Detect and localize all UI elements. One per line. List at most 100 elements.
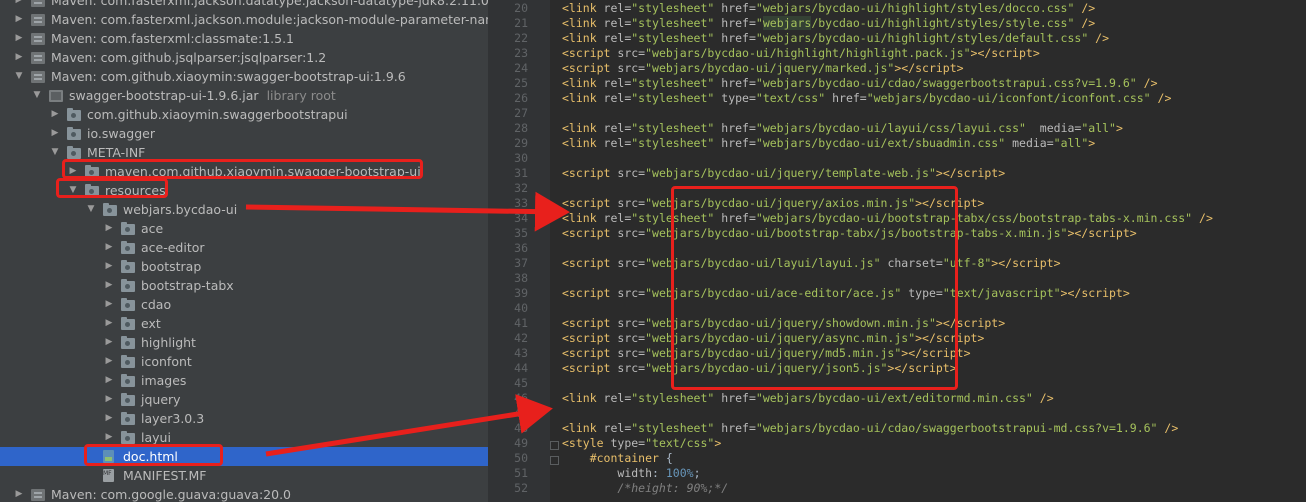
- expand-arrow-right-icon[interactable]: ▶: [50, 124, 60, 143]
- expand-arrow-right-icon[interactable]: ▶: [104, 409, 114, 428]
- highlight-box-maven-folder: [62, 159, 423, 179]
- code-line[interactable]: /*height: 90%;*/: [562, 481, 728, 496]
- folder-icon: [121, 241, 135, 254]
- folder-icon: [121, 260, 135, 273]
- line-number: 34: [514, 211, 528, 225]
- tree-node[interactable]: ▼ swagger-bootstrap-ui-1.9.6.jar library r…: [0, 86, 488, 105]
- folder-icon: [67, 127, 81, 140]
- tree-node-label: Maven: com.fasterxml.jackson.datatype:ja…: [51, 0, 488, 8]
- expand-arrow-right-icon[interactable]: ▶: [14, 485, 24, 502]
- code-line[interactable]: #container {: [562, 451, 673, 466]
- folder-icon: [121, 393, 135, 406]
- tree-node[interactable]: ▶ ace-editor: [0, 238, 488, 257]
- tree-node[interactable]: ▶ io.swagger: [0, 124, 488, 143]
- tree-node[interactable]: ▶ iconfont: [0, 352, 488, 371]
- fold-marker-icon[interactable]: [550, 441, 559, 450]
- expand-arrow-right-icon[interactable]: ▶: [50, 105, 60, 124]
- line-number: 28: [514, 121, 528, 135]
- fold-marker-icon[interactable]: [550, 456, 559, 465]
- tree-node[interactable]: ▶ layui: [0, 428, 488, 447]
- expand-arrow-right-icon[interactable]: ▶: [104, 352, 114, 371]
- expand-arrow-down-icon[interactable]: ▼: [50, 143, 60, 162]
- line-number: 25: [514, 76, 528, 90]
- tree-node[interactable]: ▶ highlight: [0, 333, 488, 352]
- expand-arrow-right-icon[interactable]: ▶: [104, 257, 114, 276]
- tree-node[interactable]: doc.html: [0, 447, 488, 466]
- folder-icon: [121, 412, 135, 425]
- expand-arrow-right-icon[interactable]: ▶: [104, 314, 114, 333]
- library-icon: [31, 33, 45, 45]
- code-line[interactable]: <link rel="stylesheet" href="webjars/byc…: [562, 136, 1095, 151]
- tree-node[interactable]: ▼ webjars.bycdao-ui: [0, 200, 488, 219]
- line-number: 22: [514, 31, 528, 45]
- manifest-file-icon: [103, 464, 114, 483]
- code-line[interactable]: <script src="webjars/bycdao-ui/jquery/te…: [562, 166, 1005, 181]
- code-line[interactable]: width: 100%;: [562, 466, 700, 481]
- tree-node[interactable]: ▶ jquery: [0, 390, 488, 409]
- expand-arrow-right-icon[interactable]: ▶: [104, 333, 114, 352]
- expand-arrow-right-icon[interactable]: ▶: [104, 390, 114, 409]
- tree-node[interactable]: ▶ Maven: com.fasterxml:classmate:1.5.1: [0, 29, 488, 48]
- tree-node[interactable]: ▶ Maven: com.fasterxml.jackson.datatype:j…: [0, 0, 488, 10]
- expand-arrow-right-icon[interactable]: ▶: [104, 238, 114, 257]
- folder-icon: [121, 298, 135, 311]
- expand-arrow-right-icon[interactable]: ▶: [14, 29, 24, 48]
- library-icon: [31, 489, 45, 501]
- tree-node-label: images: [141, 373, 187, 388]
- tree-node[interactable]: ▶ images: [0, 371, 488, 390]
- tree-node-label: Maven: com.fasterxml:classmate:1.5.1: [51, 31, 295, 46]
- expand-arrow-right-icon[interactable]: ▶: [14, 48, 24, 67]
- tree-node[interactable]: ▶ Maven: com.google.guava:guava:20.0: [0, 485, 488, 502]
- line-number: 23: [514, 46, 528, 60]
- folder-icon: [121, 431, 135, 444]
- code-line[interactable]: <style type="text/css">: [562, 436, 721, 451]
- code-line[interactable]: <script src="webjars/bycdao-ui/jquery/ma…: [562, 61, 964, 76]
- code-line[interactable]: <link rel="stylesheet" href="webjars/byc…: [562, 76, 1158, 91]
- tree-node[interactable]: ▶ layer3.0.3: [0, 409, 488, 428]
- code-line[interactable]: <script src="webjars/bycdao-ui/highlight…: [562, 46, 1040, 61]
- line-number: 20: [514, 1, 528, 15]
- line-number: 51: [514, 466, 528, 480]
- expand-arrow-down-icon[interactable]: ▼: [32, 86, 42, 105]
- line-number: 26: [514, 91, 528, 105]
- tree-node-label: ace-editor: [141, 240, 205, 255]
- expand-arrow-down-icon[interactable]: ▼: [86, 200, 96, 219]
- line-number: 46: [514, 391, 528, 405]
- expand-arrow-right-icon[interactable]: ▶: [104, 219, 114, 238]
- expand-arrow-right-icon[interactable]: ▶: [14, 10, 24, 29]
- line-number: 50: [514, 451, 528, 465]
- code-line[interactable]: <link rel="stylesheet" href="webjars/byc…: [562, 1, 1095, 16]
- tree-node[interactable]: ▶ ext: [0, 314, 488, 333]
- code-line[interactable]: <link rel="stylesheet" href="webjars/byc…: [562, 121, 1123, 136]
- expand-arrow-right-icon[interactable]: ▶: [104, 295, 114, 314]
- code-line[interactable]: <link rel="stylesheet" href="webjars/byc…: [562, 421, 1178, 436]
- tree-node[interactable]: ▶ bootstrap-tabx: [0, 276, 488, 295]
- code-line[interactable]: <link rel="stylesheet" href="webjars/byc…: [562, 16, 1095, 31]
- code-line[interactable]: <link rel="stylesheet" href="webjars/byc…: [562, 31, 1109, 46]
- tree-node[interactable]: ▶ cdao: [0, 295, 488, 314]
- highlight-box-doc-html: [84, 444, 223, 466]
- line-number: 30: [514, 151, 528, 165]
- tree-node-label: jquery: [141, 392, 181, 407]
- tree-node-label: io.swagger: [87, 126, 155, 141]
- code-line[interactable]: <link rel="stylesheet" href="webjars/byc…: [562, 391, 1054, 406]
- tree-node-label: Maven: com.github.jsqlparser:jsqlparser:…: [51, 50, 327, 65]
- tree-node[interactable]: ▶ com.github.xiaoymin.swaggerbootstrapui: [0, 105, 488, 124]
- tree-node-label: iconfont: [141, 354, 192, 369]
- tree-node[interactable]: MANIFEST.MF: [0, 464, 488, 485]
- expand-arrow-down-icon[interactable]: ▼: [14, 67, 24, 86]
- line-number: 40: [514, 301, 528, 315]
- expand-arrow-right-icon[interactable]: ▶: [104, 371, 114, 390]
- tree-node[interactable]: ▼ Maven: com.github.xiaoymin:swagger-boot…: [0, 67, 488, 86]
- tree-node-label: MANIFEST.MF: [123, 468, 207, 483]
- tree-node[interactable]: ▶ bootstrap: [0, 257, 488, 276]
- line-number: 31: [514, 166, 528, 180]
- folder-icon: [121, 355, 135, 368]
- tree-node[interactable]: ▶ Maven: com.github.jsqlparser:jsqlparser…: [0, 48, 488, 67]
- expand-arrow-right-icon[interactable]: ▶: [14, 0, 24, 10]
- tree-node[interactable]: ▶ ace: [0, 219, 488, 238]
- expand-arrow-right-icon[interactable]: ▶: [104, 276, 114, 295]
- folder-icon: [67, 146, 81, 159]
- code-line[interactable]: <link rel="stylesheet" type="text/css" h…: [562, 91, 1171, 106]
- tree-node[interactable]: ▶ Maven: com.fasterxml.jackson.module:jac…: [0, 10, 488, 29]
